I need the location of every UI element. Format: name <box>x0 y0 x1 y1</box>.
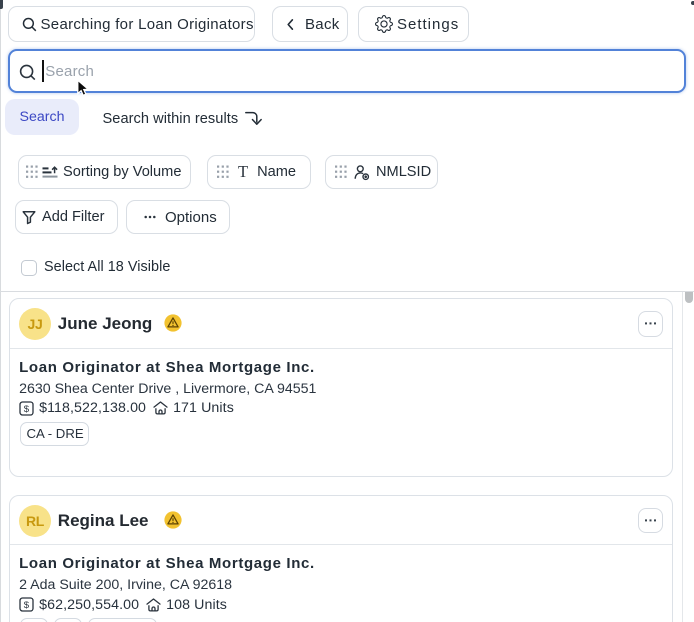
svg-text:$: $ <box>24 600 30 611</box>
svg-text:$: $ <box>24 404 30 415</box>
